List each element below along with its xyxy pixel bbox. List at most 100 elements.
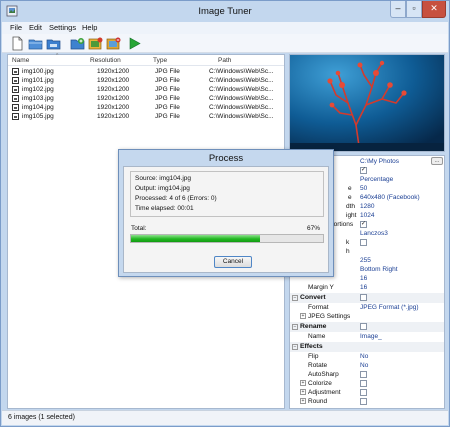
expand-icon[interactable]: + bbox=[300, 313, 306, 319]
image-file-icon bbox=[12, 104, 19, 111]
file-name: img101.jpg bbox=[22, 77, 54, 84]
opacity-value[interactable]: 255 bbox=[360, 257, 371, 264]
property-row[interactable]: + Colorize bbox=[290, 379, 444, 388]
progress-fill bbox=[131, 235, 260, 242]
table-row[interactable]: img100.jpg 1920x1200 JPG File C:\Windows… bbox=[8, 67, 284, 76]
flip-value[interactable]: No bbox=[360, 353, 368, 360]
cancel-button[interactable]: Cancel bbox=[214, 256, 252, 268]
open-icon[interactable] bbox=[28, 36, 43, 51]
property-row[interactable]: Margin Y 16 bbox=[290, 283, 444, 292]
image-file-icon bbox=[12, 68, 19, 75]
add-folder-icon[interactable] bbox=[88, 36, 103, 51]
processed-text: Processed: 4 of 6 (Errors: 0) bbox=[135, 195, 217, 202]
watermark-checkbox[interactable] bbox=[360, 239, 367, 246]
property-row[interactable]: Rotate No bbox=[290, 361, 444, 370]
menu-help[interactable]: Help bbox=[82, 23, 97, 32]
total-label: Total: bbox=[131, 225, 147, 232]
save-icon[interactable] bbox=[46, 36, 61, 51]
resize-mode-value[interactable]: Percentage bbox=[360, 176, 393, 183]
property-row[interactable]: + JPEG Settings bbox=[290, 312, 444, 321]
image-file-icon bbox=[12, 86, 19, 93]
app-window: Image Tuner – ▫ ✕ File Edit Settings Hel… bbox=[0, 0, 450, 427]
rename-category[interactable]: − Rename bbox=[290, 322, 444, 332]
file-type: JPG File bbox=[155, 68, 180, 75]
table-row[interactable]: img104.jpg 1920x1200 JPG File C:\Windows… bbox=[8, 103, 284, 112]
collapse-icon[interactable]: − bbox=[292, 344, 298, 350]
format-value[interactable]: JPEG Format (*.jpg) bbox=[360, 304, 419, 311]
rotate-value[interactable]: No bbox=[360, 362, 368, 369]
width-value[interactable]: 1280 bbox=[360, 203, 374, 210]
file-resolution: 1920x1200 bbox=[97, 68, 130, 75]
browse-button[interactable]: ... bbox=[431, 157, 443, 165]
menu-edit[interactable]: Edit bbox=[29, 23, 42, 32]
menu-settings[interactable]: Settings bbox=[49, 23, 76, 32]
menu-file[interactable]: File bbox=[10, 23, 22, 32]
margin-x-value[interactable]: 16 bbox=[360, 275, 367, 282]
progress-bar bbox=[130, 234, 324, 243]
file-path: C:\Windows\Web\Sc... bbox=[209, 113, 274, 120]
column-name[interactable]: Name bbox=[12, 57, 29, 64]
expand-icon[interactable]: + bbox=[300, 380, 306, 386]
property-row[interactable]: AutoSharp bbox=[290, 370, 444, 379]
source-text: Source: img104.jpg bbox=[135, 175, 192, 182]
close-button[interactable]: ✕ bbox=[422, 1, 446, 18]
table-row[interactable]: img103.jpg 1920x1200 JPG File C:\Windows… bbox=[8, 94, 284, 103]
column-type[interactable]: Type bbox=[153, 57, 167, 64]
file-path: C:\Windows\Web\Sc... bbox=[209, 86, 274, 93]
start-icon[interactable] bbox=[127, 36, 142, 51]
resize-checkbox[interactable] bbox=[360, 166, 367, 174]
autosharp-checkbox[interactable] bbox=[360, 371, 367, 378]
column-path[interactable]: Path bbox=[218, 57, 231, 64]
property-row[interactable]: + Adjustment bbox=[290, 388, 444, 397]
coral-reef-image bbox=[290, 55, 444, 151]
keep-proportions-checkbox[interactable] bbox=[360, 220, 367, 228]
table-row[interactable]: img105.jpg 1920x1200 JPG File C:\Windows… bbox=[8, 112, 284, 121]
file-resolution: 1920x1200 bbox=[97, 113, 130, 120]
image-file-icon bbox=[12, 113, 19, 120]
table-row[interactable]: img101.jpg 1920x1200 JPG File C:\Windows… bbox=[8, 76, 284, 85]
toolbar bbox=[2, 34, 448, 53]
preset-value[interactable]: 640x480 (Facebook) bbox=[360, 194, 420, 201]
column-resolution[interactable]: Resolution bbox=[90, 57, 121, 64]
file-type: JPG File bbox=[155, 104, 180, 111]
filter-value[interactable]: Lanczos3 bbox=[360, 230, 388, 237]
file-type: JPG File bbox=[155, 77, 180, 84]
effects-category[interactable]: − Effects bbox=[290, 342, 444, 352]
expand-icon[interactable]: + bbox=[300, 389, 306, 395]
expand-icon[interactable]: + bbox=[300, 398, 306, 404]
rename-checkbox[interactable] bbox=[360, 323, 367, 330]
output-folder-value[interactable]: C:\My Photos bbox=[360, 158, 399, 165]
minimize-button[interactable]: – bbox=[390, 1, 406, 18]
remove-icon[interactable] bbox=[106, 36, 121, 51]
table-row[interactable]: img102.jpg 1920x1200 JPG File C:\Windows… bbox=[8, 85, 284, 94]
convert-category[interactable]: − Convert bbox=[290, 293, 444, 303]
maximize-button[interactable]: ▫ bbox=[406, 1, 422, 18]
file-type: JPG File bbox=[155, 86, 180, 93]
margin-y-value[interactable]: 16 bbox=[360, 284, 367, 291]
process-dialog: Process Source: img104.jpg Output: img10… bbox=[118, 149, 334, 277]
convert-checkbox[interactable] bbox=[360, 294, 367, 301]
property-row[interactable]: Format JPEG Format (*.jpg) bbox=[290, 303, 444, 312]
output-text: Output: img104.jpg bbox=[135, 185, 190, 192]
add-images-icon[interactable] bbox=[70, 36, 85, 51]
file-resolution: 1920x1200 bbox=[97, 104, 130, 111]
rename-value[interactable]: Image_ bbox=[360, 333, 382, 340]
colorize-checkbox[interactable] bbox=[360, 380, 367, 387]
property-row[interactable]: Flip No bbox=[290, 352, 444, 361]
total-percent: 67% bbox=[306, 225, 320, 232]
round-checkbox[interactable] bbox=[360, 398, 367, 405]
collapse-icon[interactable]: − bbox=[292, 324, 298, 330]
title-bar[interactable]: Image Tuner – ▫ ✕ bbox=[1, 1, 449, 22]
file-name: img100.jpg bbox=[22, 68, 54, 75]
status-text: 6 images (1 selected) bbox=[8, 414, 75, 421]
new-icon[interactable] bbox=[10, 36, 25, 51]
file-path: C:\Windows\Web\Sc... bbox=[209, 77, 274, 84]
percentage-value[interactable]: 50 bbox=[360, 185, 367, 192]
file-list-header: Name ^ Resolution Type Path bbox=[8, 53, 284, 66]
height-value[interactable]: 1024 bbox=[360, 212, 374, 219]
property-row[interactable]: Name Image_ bbox=[290, 332, 444, 341]
adjustment-checkbox[interactable] bbox=[360, 389, 367, 396]
property-row[interactable]: + Round bbox=[290, 397, 444, 406]
position-value[interactable]: Bottom Right bbox=[360, 266, 398, 273]
collapse-icon[interactable]: − bbox=[292, 295, 298, 301]
